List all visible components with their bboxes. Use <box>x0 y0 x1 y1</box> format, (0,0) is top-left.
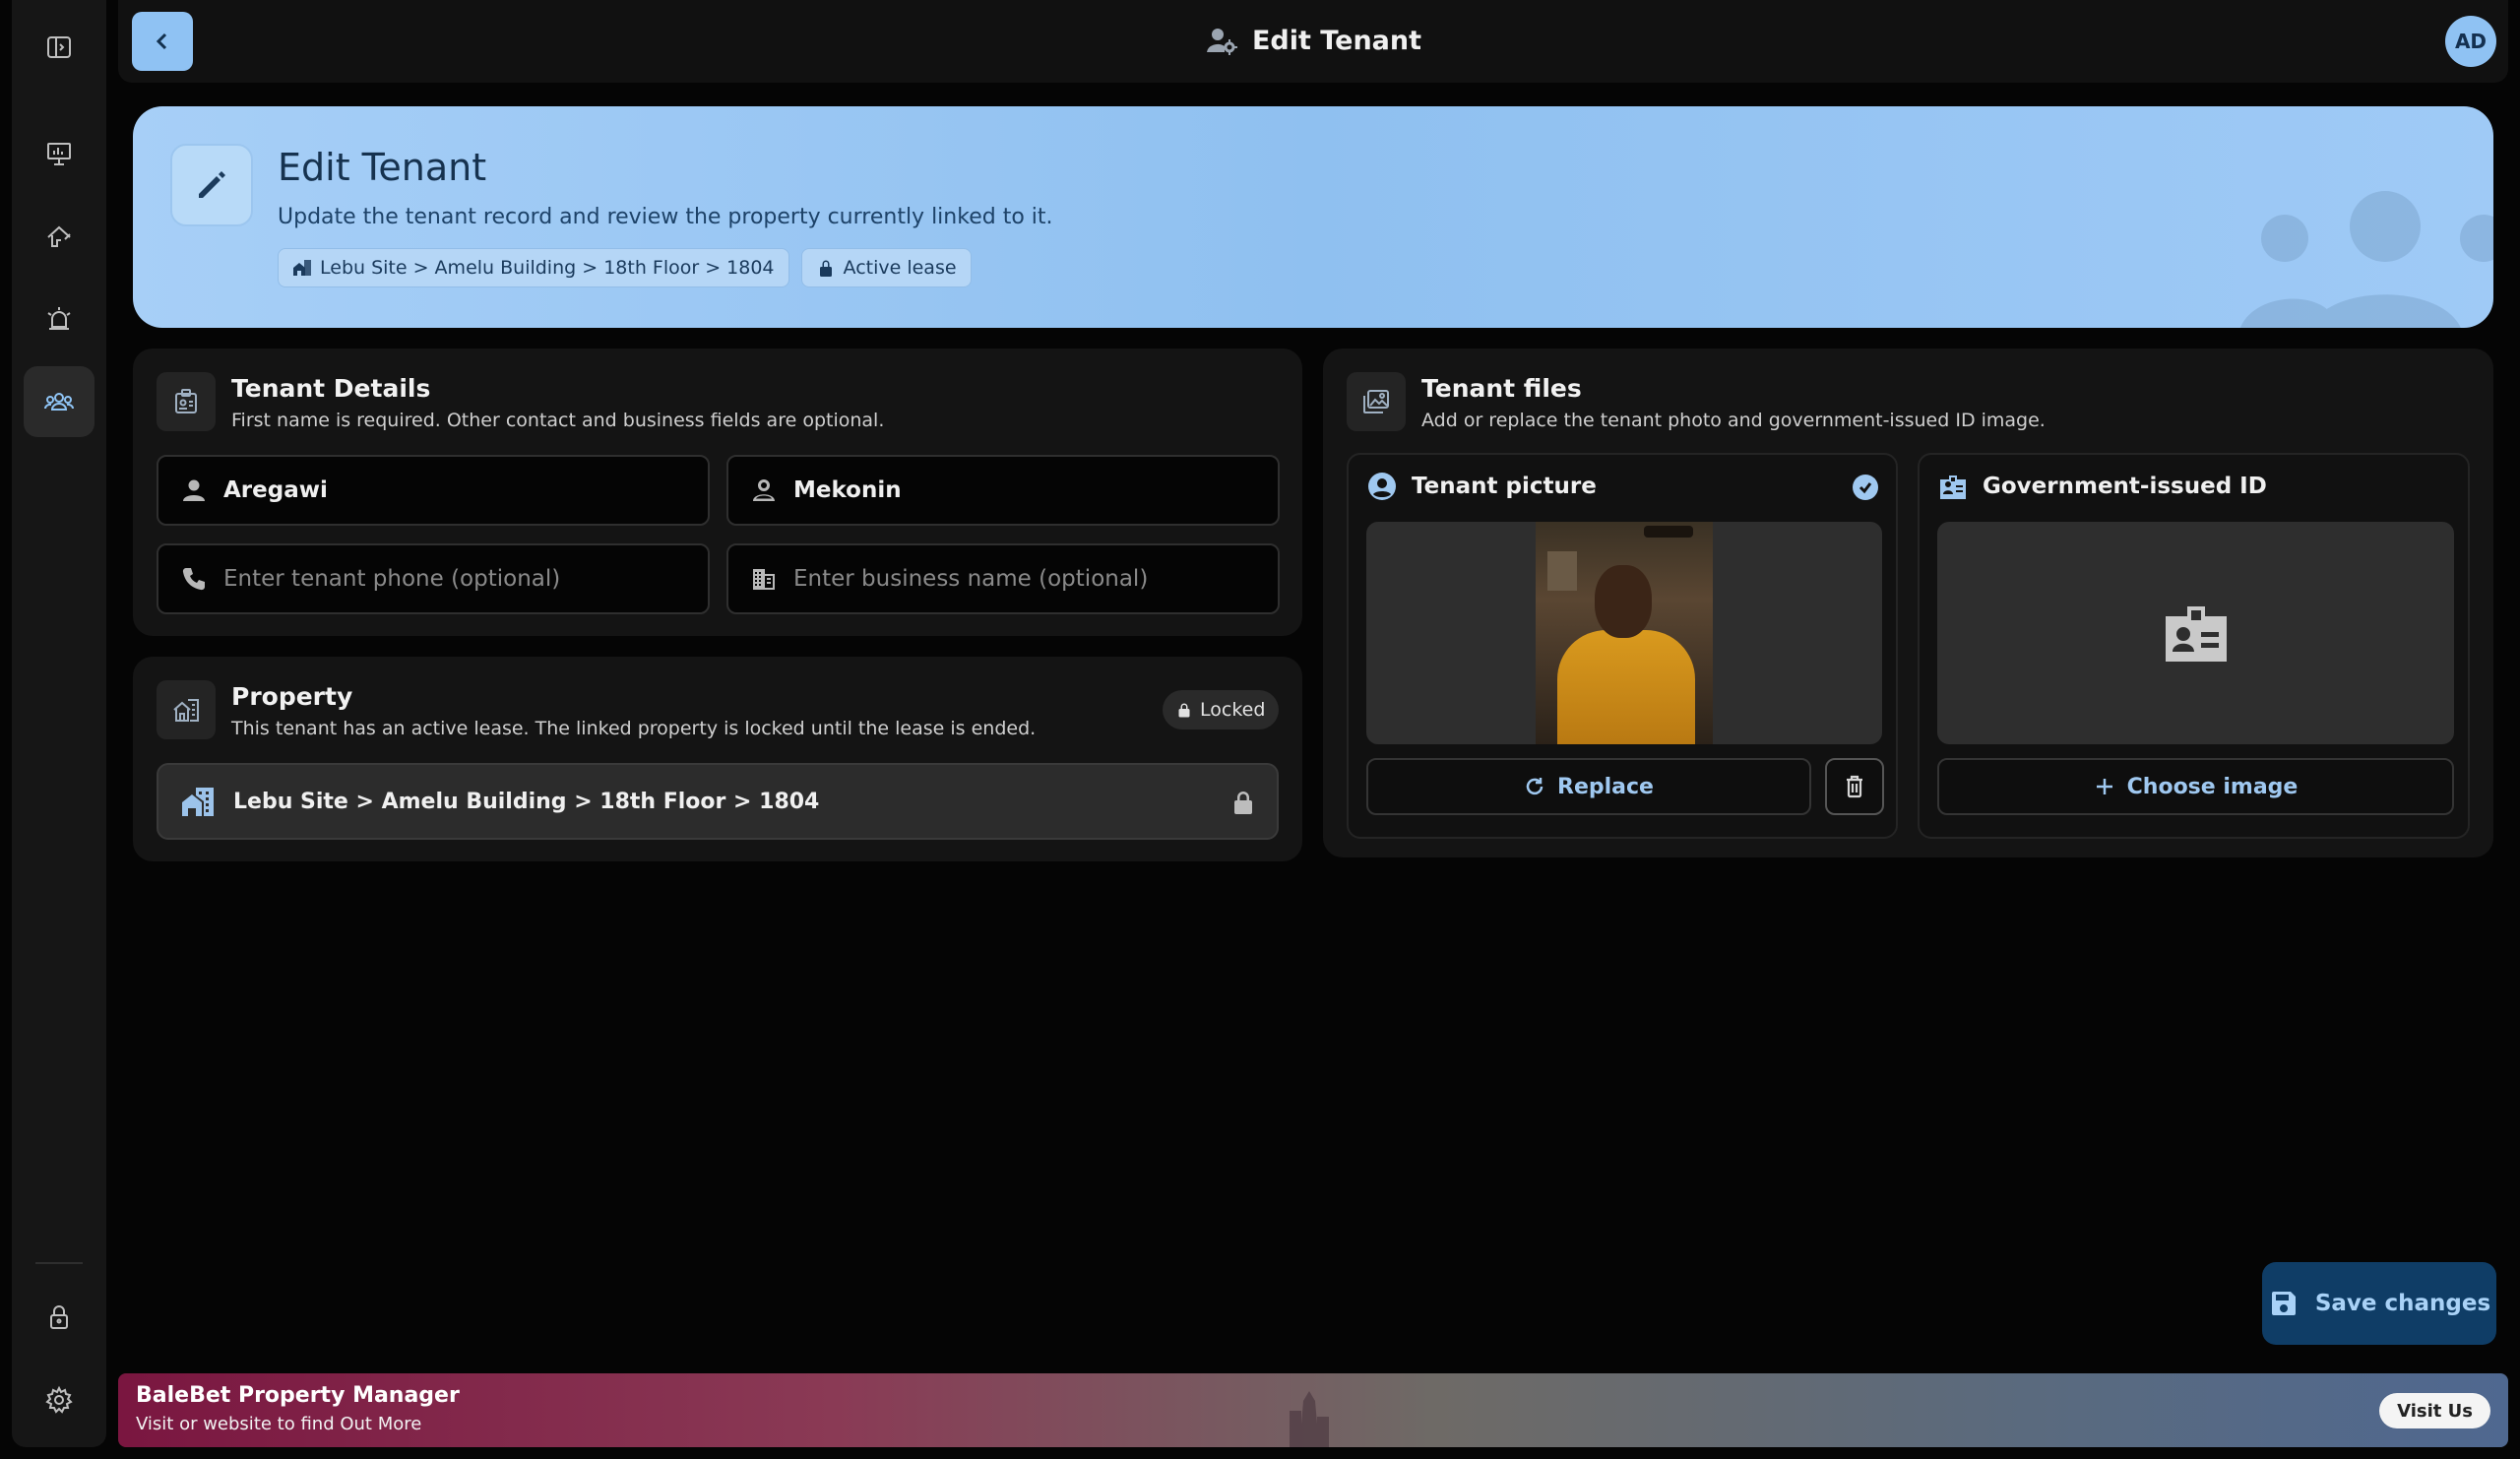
lock-icon <box>1178 703 1190 718</box>
property-card: Property This tenant has an active lease… <box>133 657 1302 861</box>
badge-icon <box>1940 476 1966 499</box>
government-id-header: Government-issued ID <box>1937 471 2267 502</box>
government-id-preview[interactable] <box>1937 522 2454 744</box>
tenant-photo-preview[interactable] <box>1366 522 1882 744</box>
save-changes-label: Save changes <box>2314 1291 2491 1316</box>
trash-icon <box>1847 775 1862 798</box>
choose-image-label: Choose image <box>2126 774 2299 799</box>
phone-icon <box>182 568 205 591</box>
choose-image-button[interactable]: Choose image <box>1937 758 2454 815</box>
last-name-value: Mekonin <box>793 477 902 503</box>
lock-icon <box>1234 792 1252 814</box>
sidebar-item-alerts[interactable] <box>24 284 94 354</box>
last-name-field[interactable]: Mekonin <box>726 455 1280 526</box>
person-icon <box>183 479 205 501</box>
floppy-disk-icon <box>2271 1292 2296 1315</box>
linked-property-field: Lebu Site > Amelu Building > 18th Floor … <box>157 763 1279 840</box>
users-icon <box>44 393 74 411</box>
property-subtitle: This tenant has an active lease. The lin… <box>231 718 1037 739</box>
government-id-panel: Government-issued ID Choose image <box>1918 453 2470 839</box>
tenant-files-title: Tenant files <box>1421 374 1582 403</box>
home-work-icon <box>182 788 214 816</box>
tenant-picture-header: Tenant picture <box>1366 471 1597 502</box>
images-icon <box>1363 390 1389 413</box>
sidebar-item-dashboard[interactable] <box>24 118 94 189</box>
tenant-files-badge <box>1347 372 1406 431</box>
people-watermark-icon <box>2237 175 2493 328</box>
page-title-text: Edit Tenant <box>1251 25 1422 56</box>
location-chip-text: Lebu Site > Amelu Building > 18th Floor … <box>320 257 775 279</box>
tenant-details-title: Tenant Details <box>231 374 431 403</box>
first-name-value: Aregawi <box>223 477 328 503</box>
pencil-icon <box>199 171 225 198</box>
replace-button[interactable]: Replace <box>1366 758 1811 815</box>
status-chip: Active lease <box>800 248 972 287</box>
plus-icon <box>2096 779 2112 794</box>
avatar[interactable]: AD <box>2445 16 2496 67</box>
locked-badge-text: Locked <box>1200 699 1266 721</box>
linked-property-path: Lebu Site > Amelu Building > 18th Floor … <box>233 789 820 814</box>
tenant-picture-panel: Tenant picture Replace <box>1347 453 1898 839</box>
business-icon <box>753 569 775 590</box>
alarm-icon <box>47 307 71 330</box>
sidebar-item-lock[interactable] <box>24 1282 94 1353</box>
tenant-picture-label: Tenant picture <box>1412 474 1597 499</box>
replace-button-label: Replace <box>1557 774 1654 799</box>
id-badge-icon <box>175 389 197 413</box>
first-name-field[interactable]: Aregawi <box>157 455 710 526</box>
hero-banner: Edit Tenant Update the tenant record and… <box>133 106 2493 328</box>
business-name-field[interactable]: Enter business name (optional) <box>726 543 1280 614</box>
tenant-files-card: Tenant files Add or replace the tenant p… <box>1323 349 2493 857</box>
tenant-photo <box>1536 522 1713 744</box>
tenant-files-subtitle: Add or replace the tenant photo and gove… <box>1421 410 2046 431</box>
tenant-details-card: Tenant Details First name is required. O… <box>133 349 1302 636</box>
id-card-placeholder-icon <box>2165 606 2227 662</box>
location-chip: Lebu Site > Amelu Building > 18th Floor … <box>278 248 789 287</box>
sidebar <box>12 0 106 1447</box>
promo-banner: BaleBet Property Manager Visit or websit… <box>118 1373 2508 1447</box>
top-bar: Edit Tenant AD <box>118 0 2508 83</box>
hero-edit-badge <box>170 144 253 226</box>
account-circle-icon <box>1368 473 1396 500</box>
page-title: Edit Tenant <box>118 24 2508 57</box>
property-title: Property <box>231 682 353 711</box>
skyline-decoration-icon <box>1290 1391 1329 1447</box>
promo-title: BaleBet Property Manager <box>136 1383 460 1408</box>
sidebar-toggle-button[interactable] <box>24 12 94 83</box>
business-placeholder: Enter business name (optional) <box>793 566 1149 592</box>
visit-us-button[interactable]: Visit Us <box>2379 1393 2490 1428</box>
sidebar-item-tenants[interactable] <box>24 366 94 437</box>
gear-icon <box>45 1385 73 1414</box>
save-changes-button[interactable]: Save changes <box>2262 1262 2496 1345</box>
government-id-label: Government-issued ID <box>1983 474 2267 499</box>
delete-picture-button[interactable] <box>1825 758 1884 815</box>
user-gear-icon <box>1206 29 1237 55</box>
hero-chips: Lebu Site > Amelu Building > 18th Floor … <box>278 248 972 287</box>
tenant-details-subtitle: First name is required. Other contact an… <box>231 410 885 431</box>
home-work-icon <box>173 699 199 722</box>
lock-icon <box>50 1305 68 1329</box>
status-chip-text: Active lease <box>843 257 957 279</box>
sidebar-item-settings[interactable] <box>24 1364 94 1435</box>
presentation-icon <box>47 143 71 165</box>
refresh-icon <box>1526 778 1544 795</box>
hero-subtitle: Update the tenant record and review the … <box>278 205 1053 229</box>
property-badge <box>157 680 216 739</box>
hero-title: Edit Tenant <box>278 146 487 189</box>
sidebar-divider <box>35 1262 83 1264</box>
sidebar-toggle-icon <box>47 36 71 58</box>
promo-subtitle: Visit or website to find Out More <box>136 1414 422 1434</box>
lock-icon <box>819 260 832 277</box>
locked-badge: Locked <box>1163 690 1280 730</box>
home-icon <box>47 225 71 247</box>
phone-field[interactable]: Enter tenant phone (optional) <box>157 543 710 614</box>
home-work-icon <box>293 260 311 276</box>
sidebar-item-properties[interactable] <box>24 201 94 272</box>
check-circle-icon <box>1853 475 1878 500</box>
phone-placeholder: Enter tenant phone (optional) <box>223 566 561 592</box>
tenant-details-badge <box>157 372 216 431</box>
person-outline-icon <box>753 479 775 501</box>
